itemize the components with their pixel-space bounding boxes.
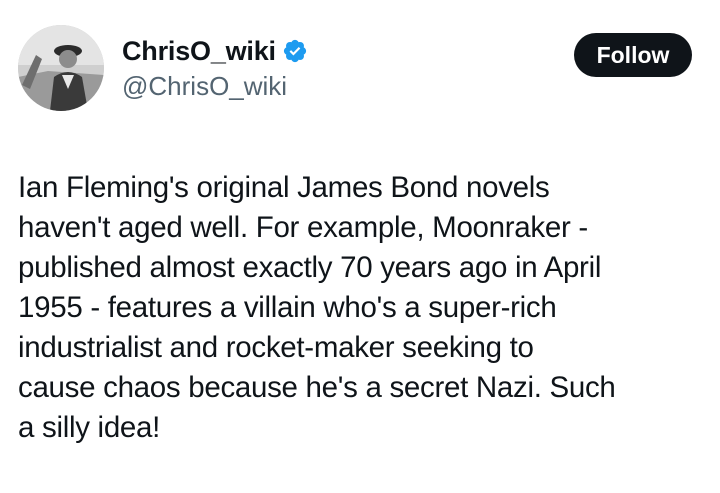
avatar[interactable] (18, 25, 104, 111)
tweet-header: ChrisO_wiki @ChrisO_wiki Follow (18, 25, 692, 115)
tweet-line: cause chaos because he's a secret Nazi. … (18, 371, 616, 404)
author-handle[interactable]: @ChrisO_wiki (122, 71, 308, 102)
avatar-photo-icon (18, 25, 104, 111)
author-identity: ChrisO_wiki @ChrisO_wiki (122, 35, 308, 102)
tweet-line: industrialist and rocket-maker seeking t… (18, 331, 534, 364)
tweet-line: published almost exactly 70 years ago in… (18, 251, 602, 284)
tweet-line: 1955 - features a villain who's a super-… (18, 291, 557, 324)
tweet-line: Ian Fleming's original James Bond novels (18, 171, 550, 204)
display-name[interactable]: ChrisO_wiki (122, 36, 276, 67)
name-row: ChrisO_wiki (122, 35, 308, 67)
tweet-text: Ian Fleming's original James Bond novels… (18, 168, 698, 448)
tweet-line: haven't aged well. For example, Moonrake… (18, 211, 588, 244)
verified-badge-icon (282, 38, 308, 64)
follow-button[interactable]: Follow (574, 33, 692, 77)
tweet-line: a silly idea! (18, 411, 161, 444)
